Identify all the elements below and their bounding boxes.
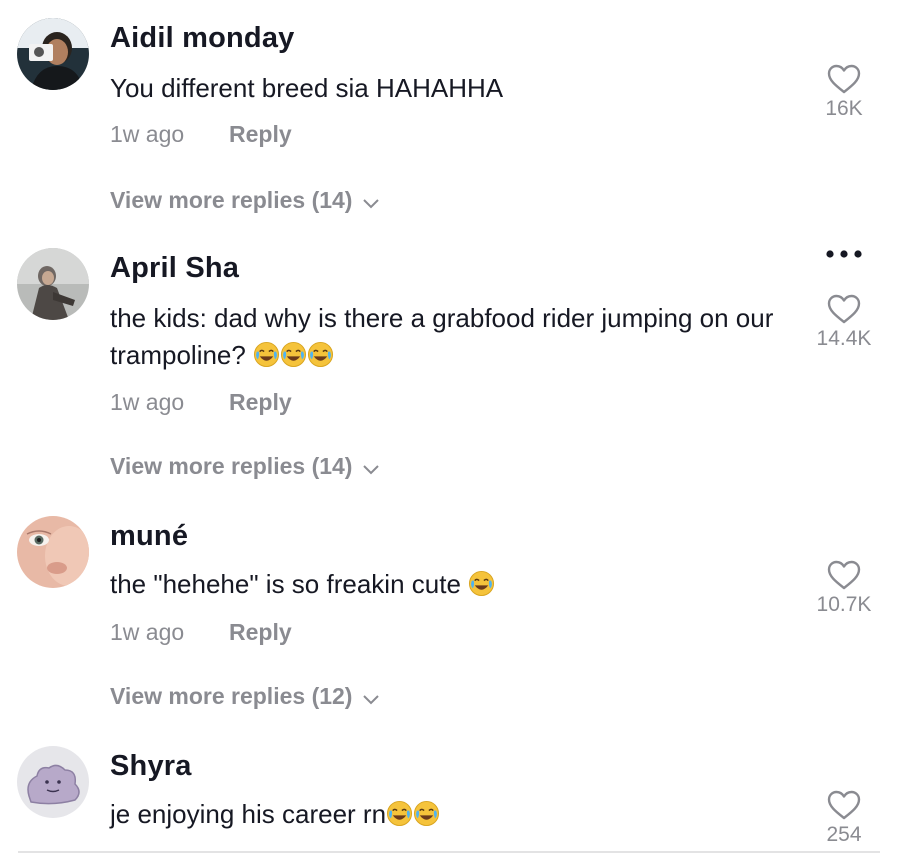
avatar[interactable] — [17, 248, 89, 320]
bottom-divider — [18, 851, 880, 853]
like-button[interactable]: 254 — [810, 790, 878, 847]
comment-username[interactable]: Shyra — [110, 750, 192, 783]
view-more-replies-button[interactable]: View more replies (12) — [110, 683, 380, 711]
view-more-replies-button[interactable]: View more replies (14) — [110, 453, 380, 481]
comment-username[interactable]: muné — [110, 520, 188, 553]
like-button[interactable]: 16K — [810, 64, 878, 121]
comment-username[interactable]: Aidil monday — [110, 22, 294, 55]
heart-icon — [827, 64, 861, 94]
like-count: 10.7K — [816, 593, 872, 616]
emoji-group — [386, 799, 440, 829]
reply-button[interactable]: Reply — [229, 389, 292, 416]
comment-meta: 1w ago Reply — [110, 619, 292, 646]
view-more-replies-label: View more replies (14) — [110, 453, 353, 479]
face-with-tears-of-joy-emoji — [387, 800, 413, 827]
reply-button[interactable]: Reply — [229, 619, 292, 646]
comment-text: the "hehehe" is so freakin cute — [110, 566, 810, 603]
emoji-group — [253, 340, 334, 370]
like-count: 16K — [825, 97, 863, 120]
reply-button[interactable]: Reply — [229, 121, 292, 148]
chevron-down-icon — [362, 684, 380, 711]
avatar[interactable] — [17, 18, 89, 90]
comment-time: 1w ago — [110, 619, 185, 645]
comment-meta: 1w ago Reply — [110, 389, 292, 416]
view-more-replies-label: View more replies (14) — [110, 187, 353, 213]
comment-text: the kids: dad why is there a grabfood ri… — [110, 300, 810, 374]
view-more-replies-button[interactable]: View more replies (14) — [110, 187, 380, 215]
face-with-tears-of-joy-emoji — [281, 341, 307, 368]
like-button[interactable]: 10.7K — [810, 560, 878, 617]
face-with-tears-of-joy-emoji — [308, 341, 334, 368]
comment-text-body: the kids: dad why is there a grabfood ri… — [110, 303, 774, 370]
more-options-icon[interactable] — [822, 244, 866, 264]
heart-icon — [827, 790, 861, 820]
view-more-replies-label: View more replies (12) — [110, 683, 353, 709]
comment-text: You different breed sia HAHAHHA — [110, 70, 810, 107]
avatar[interactable] — [17, 516, 89, 588]
like-count: 14.4K — [816, 327, 872, 350]
chevron-down-icon — [362, 188, 380, 215]
chevron-down-icon — [362, 454, 380, 481]
comment-text-body: the "hehehe" is so freakin cute — [110, 569, 461, 599]
heart-icon — [827, 560, 861, 590]
face-with-tears-of-joy-emoji — [254, 341, 280, 368]
avatar[interactable] — [17, 746, 89, 818]
face-with-tears-of-joy-emoji — [469, 570, 495, 597]
comment-time: 1w ago — [110, 389, 185, 415]
comment-text-body: You different breed sia HAHAHHA — [110, 73, 504, 103]
comment-time: 1w ago — [110, 121, 185, 147]
like-count: 254 — [826, 823, 862, 846]
comment-text: je enjoying his career rn — [110, 796, 810, 833]
face-with-tears-of-joy-emoji — [414, 800, 440, 827]
like-button[interactable]: 14.4K — [810, 294, 878, 351]
comment-username[interactable]: April Sha — [110, 252, 239, 285]
comment-text-body: je enjoying his career rn — [110, 799, 387, 829]
comment-meta: 1w ago Reply — [110, 121, 292, 148]
heart-icon — [827, 294, 861, 324]
